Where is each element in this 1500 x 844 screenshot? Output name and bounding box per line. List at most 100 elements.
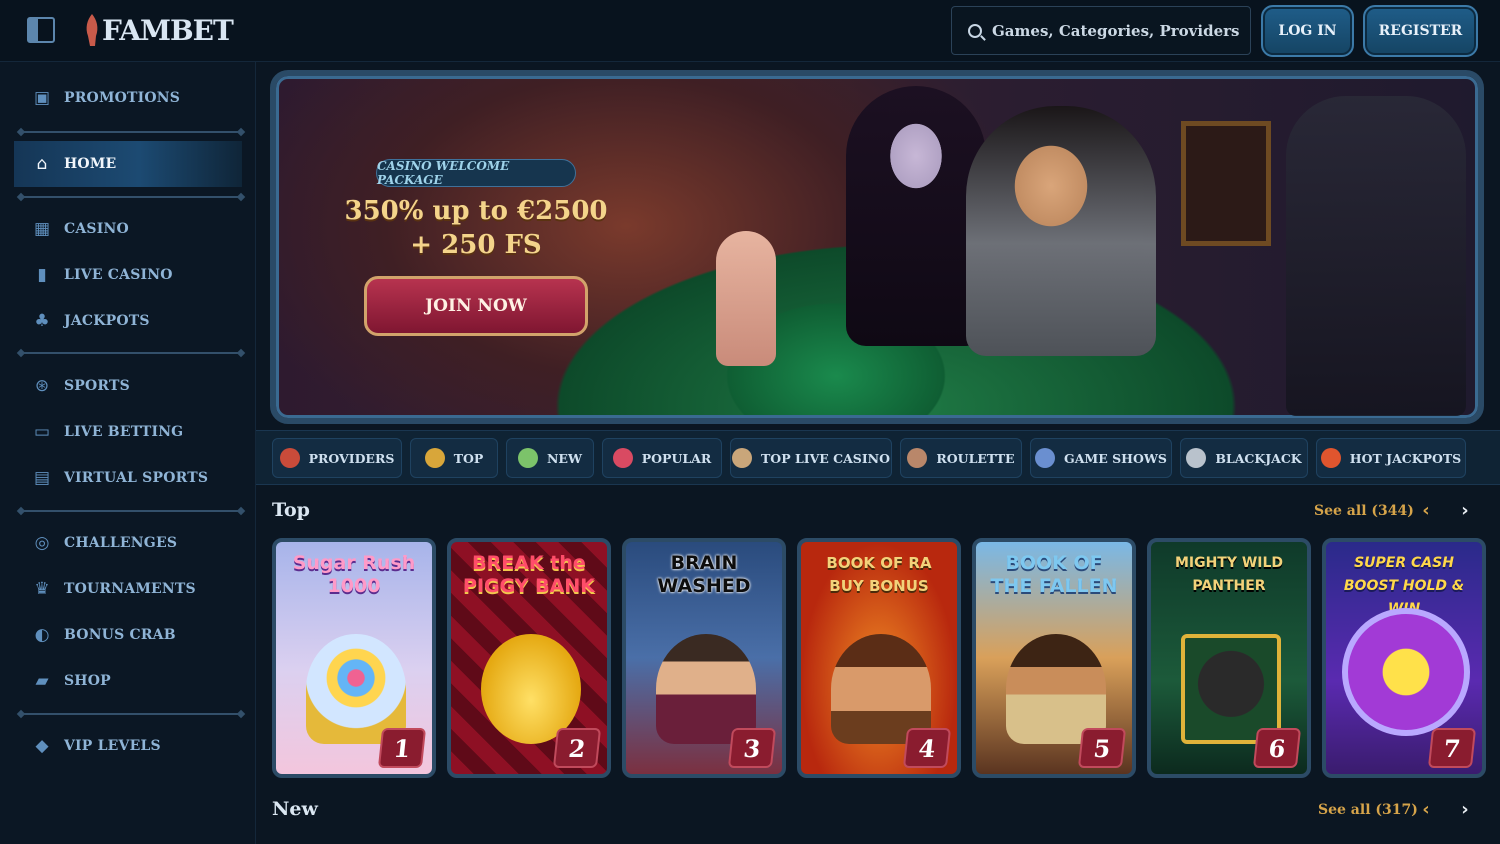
search-input[interactable] bbox=[992, 21, 1242, 40]
sidebar-item-label: PROMOTIONS bbox=[64, 90, 181, 106]
woman-character-image bbox=[846, 86, 986, 346]
game-title: BREAK the PIGGY BANK bbox=[463, 552, 595, 597]
sidebar-item-label: VIP LEVELS bbox=[64, 738, 161, 754]
tab-label: TOP LIVE CASINO bbox=[761, 450, 890, 466]
sidebar-item-vip-levels[interactable]: ◆ VIP LEVELS bbox=[0, 723, 256, 769]
register-button[interactable]: REGISTER bbox=[1363, 5, 1478, 57]
tab-game-shows[interactable]: GAME SHOWS bbox=[1030, 438, 1172, 478]
sidebar-divider bbox=[18, 131, 244, 133]
knight-armor-image bbox=[1286, 96, 1466, 416]
banner-title: 350% up to €2500 + 250 FS bbox=[336, 194, 616, 262]
tab-hot-jackpots[interactable]: HOT JACKPOTS bbox=[1316, 438, 1466, 478]
tab-top-live-casino[interactable]: TOP LIVE CASINO bbox=[730, 438, 892, 478]
tab-new[interactable]: NEW bbox=[506, 438, 594, 478]
tab-blackjack[interactable]: BLACKJACK bbox=[1180, 438, 1308, 478]
sidebar-item-live-casino[interactable]: ▮ LIVE CASINO bbox=[0, 252, 256, 298]
sidebar-item-label: BONUS CRAB bbox=[64, 627, 176, 643]
logo-text: FAMBET bbox=[102, 13, 234, 47]
trophy-icon: ♛ bbox=[34, 579, 50, 599]
microphone-icon bbox=[1035, 448, 1056, 468]
live-casino-icon bbox=[732, 448, 752, 468]
roulette-icon bbox=[907, 448, 928, 468]
shopping-bag-icon: ▰ bbox=[35, 671, 49, 691]
game-card-book-of-the-fallen[interactable]: BOOK OF THE FALLEN 5 bbox=[972, 538, 1136, 778]
prev-arrow-icon[interactable]: ‹ bbox=[1416, 800, 1436, 820]
sidebar-divider bbox=[18, 352, 244, 354]
sidebar-item-virtual-sports[interactable]: ▤ VIRTUAL SPORTS bbox=[0, 455, 256, 501]
sidebar-divider bbox=[18, 196, 244, 198]
slot-machine-icon: ▦ bbox=[33, 219, 51, 239]
rose-icon bbox=[612, 448, 633, 468]
gift-icon: ▣ bbox=[33, 88, 51, 108]
tab-label: POPULAR bbox=[641, 450, 712, 466]
sidebar-item-label: TOURNAMENTS bbox=[64, 581, 196, 597]
prev-arrow-icon[interactable]: ‹ bbox=[1416, 501, 1436, 521]
next-arrow-icon[interactable]: › bbox=[1455, 800, 1475, 820]
sidebar-toggle-icon[interactable] bbox=[27, 17, 55, 43]
providers-icon bbox=[279, 448, 300, 468]
tab-popular[interactable]: POPULAR bbox=[602, 438, 722, 478]
tab-label: NEW bbox=[547, 450, 582, 466]
lightning-bolt-image bbox=[1342, 608, 1470, 736]
game-card-brain-washed[interactable]: BRAIN WASHED 3 bbox=[622, 538, 786, 778]
promo-banner[interactable]: CASINO WELCOME PACKAGE 350% up to €2500 … bbox=[270, 70, 1484, 424]
rank-badge: 3 bbox=[727, 728, 777, 768]
potion-icon bbox=[518, 448, 538, 468]
game-title: BOOK OF THE FALLEN bbox=[990, 552, 1118, 597]
sidebar-item-label: VIRTUAL SPORTS bbox=[64, 470, 209, 486]
game-card-break-the-piggy-bank[interactable]: BREAK the PIGGY BANK 2 bbox=[447, 538, 611, 778]
virtual-screen-icon: ▤ bbox=[33, 468, 51, 488]
game-card-book-of-ra[interactable]: BOOK OF RA BUY BONUS 4 bbox=[797, 538, 961, 778]
game-card-sugar-rush[interactable]: Sugar Rush 1000 1 bbox=[272, 538, 436, 778]
rank-badge: 6 bbox=[1252, 728, 1302, 768]
tab-label: BLACKJACK bbox=[1215, 450, 1302, 466]
sidebar-item-label: CASINO bbox=[64, 221, 129, 237]
sidebar-item-label: JACKPOTS bbox=[64, 313, 150, 329]
sidebar-item-sports[interactable]: ⊛ SPORTS bbox=[0, 363, 256, 409]
game-title: BRAIN WASHED bbox=[657, 552, 751, 597]
join-now-button[interactable]: JOIN NOW bbox=[364, 276, 588, 336]
sidebar-item-challenges[interactable]: ◎ CHALLENGES bbox=[0, 520, 256, 566]
sidebar-item-casino[interactable]: ▦ CASINO bbox=[0, 206, 256, 252]
login-button[interactable]: LOG IN bbox=[1261, 5, 1354, 57]
top-header: FAMBET LOG IN REGISTER bbox=[0, 0, 1500, 62]
sidebar-nav: ▣ PROMOTIONS ⌂ HOME ▦ CASINO ▮ LIVE CASI… bbox=[0, 62, 256, 844]
search-box[interactable] bbox=[951, 6, 1251, 55]
see-all-new-link[interactable]: See all (317) bbox=[1318, 802, 1418, 818]
tab-providers[interactable]: PROVIDERS bbox=[272, 438, 402, 478]
sidebar-divider bbox=[18, 510, 244, 512]
rank-badge: 5 bbox=[1077, 728, 1127, 768]
fambet-logo[interactable]: FAMBET bbox=[82, 12, 234, 48]
sidebar-item-bonus-crab[interactable]: ◐ BONUS CRAB bbox=[0, 612, 256, 658]
tab-label: GAME SHOWS bbox=[1064, 450, 1167, 466]
sidebar-item-tournaments[interactable]: ♛ TOURNAMENTS bbox=[0, 566, 256, 612]
rank-badge: 1 bbox=[377, 728, 427, 768]
sidebar-divider bbox=[18, 713, 244, 715]
rank-badge: 2 bbox=[552, 728, 602, 768]
clover-icon: ♣ bbox=[34, 311, 50, 331]
tab-roulette[interactable]: ROULETTE bbox=[900, 438, 1022, 478]
ball-icon: ⊛ bbox=[34, 376, 50, 396]
diamond-icon: ◆ bbox=[35, 736, 49, 756]
wall-portrait-image bbox=[1181, 121, 1271, 246]
section-title-new: New bbox=[272, 798, 318, 820]
game-card-mighty-wild-panther[interactable]: MIGHTY WILD PANTHER 6 bbox=[1147, 538, 1311, 778]
hand-character-image bbox=[716, 231, 776, 366]
game-card-super-cash-boost[interactable]: SUPER CASH BOOST HOLD & WIN 7 bbox=[1322, 538, 1486, 778]
tab-label: PROVIDERS bbox=[308, 450, 395, 466]
tab-top[interactable]: TOP bbox=[410, 438, 498, 478]
sidebar-item-shop[interactable]: ▰ SHOP bbox=[0, 658, 256, 704]
game-title: MIGHTY WILD PANTHER bbox=[1174, 555, 1284, 594]
category-bar: PROVIDERS TOP NEW POPULAR TOP LIVE CASIN… bbox=[256, 430, 1500, 485]
live-badge-icon: ▭ bbox=[33, 422, 51, 442]
sidebar-item-jackpots[interactable]: ♣ JACKPOTS bbox=[0, 298, 256, 344]
rank-badge: 4 bbox=[902, 728, 952, 768]
sidebar-item-home[interactable]: ⌂ HOME bbox=[14, 141, 242, 187]
live-dealer-icon: ▮ bbox=[37, 265, 47, 285]
see-all-top-link[interactable]: See all (344) bbox=[1314, 503, 1414, 519]
sidebar-item-live-betting[interactable]: ▭ LIVE BETTING bbox=[0, 409, 256, 455]
next-arrow-icon[interactable]: › bbox=[1455, 501, 1475, 521]
banner-title-line2: + 250 FS bbox=[410, 230, 542, 260]
sidebar-item-promotions[interactable]: ▣ PROMOTIONS bbox=[0, 75, 256, 121]
banner-title-line1: 350% up to €2500 bbox=[344, 196, 608, 226]
